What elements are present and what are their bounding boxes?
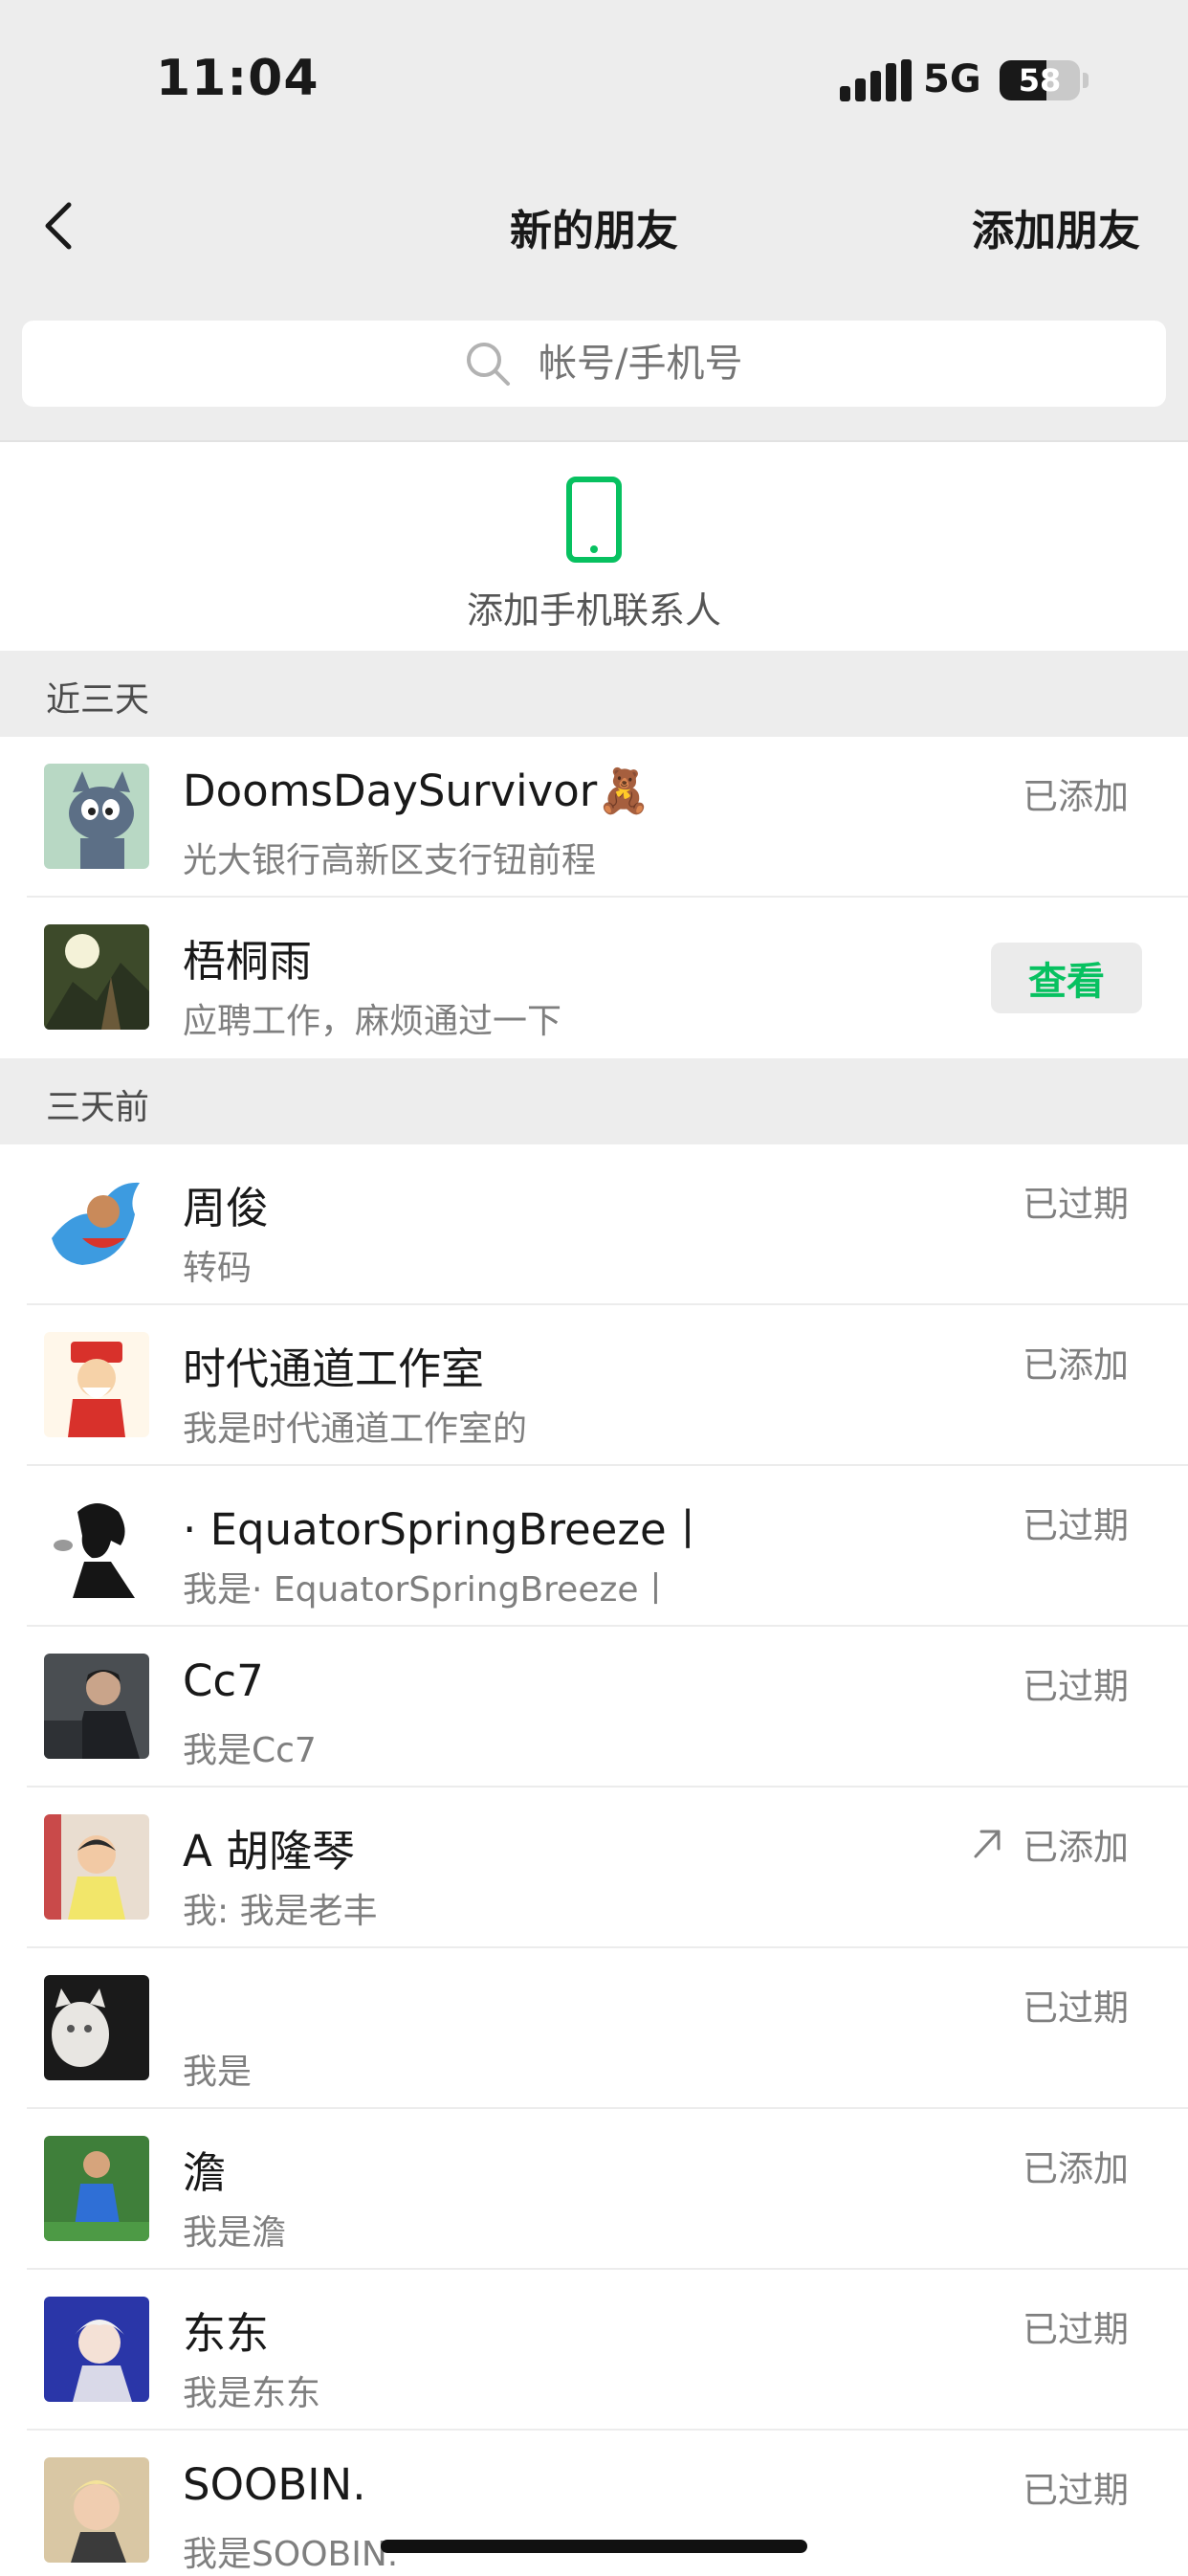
section-header-older: 三天前: [0, 1058, 1188, 1144]
friend-request-row[interactable]: 时代通道工作室 我是时代通道工作室的 已添加: [0, 1305, 1188, 1466]
arrow-up-right-icon: [974, 1830, 1001, 1858]
friend-request-row[interactable]: 周俊 转码 已过期: [0, 1144, 1188, 1305]
status-expired: 已过期: [1023, 1988, 1129, 2029]
section-title: 三天前: [46, 1088, 150, 1127]
search-icon: [467, 343, 510, 386]
friend-name: · EquatorSpringBreeze丨: [183, 1504, 710, 1555]
battery-icon: 58: [1000, 60, 1080, 100]
avatar: [44, 1654, 149, 1759]
avatar: [44, 2457, 149, 2563]
friend-message: 转码: [183, 1249, 253, 1288]
view-button[interactable]: 查看: [991, 943, 1142, 1013]
battery-percent: 58: [1018, 62, 1062, 99]
avatar: [44, 2297, 149, 2402]
friend-request-row[interactable]: · EquatorSpringBreeze丨 我是· EquatorSpring…: [0, 1466, 1188, 1627]
search-area: [0, 297, 1188, 440]
friend-message: 我是· EquatorSpringBreeze丨: [183, 1570, 673, 1610]
network-type: 5G: [923, 57, 981, 101]
status-expired: 已过期: [1023, 1666, 1129, 1707]
signal-strength-icon: [840, 59, 913, 101]
status-added: 已添加: [1023, 776, 1129, 817]
friend-message: 光大银行高新区支行钮前程: [183, 841, 597, 880]
friend-request-row[interactable]: 我是 已过期: [0, 1948, 1188, 2109]
friend-request-row[interactable]: 澹 我是澹 已添加: [0, 2109, 1188, 2270]
home-indicator[interactable]: [381, 2540, 807, 2553]
friend-name: 时代通道工作室: [183, 1344, 485, 1394]
avatar: [44, 1332, 149, 1437]
friend-name: SOOBIN.: [183, 2459, 366, 2510]
friend-name: 梧桐雨: [183, 936, 313, 987]
friend-name: A 胡隆琴: [183, 1826, 356, 1876]
add-phone-contacts[interactable]: 添加手机联系人: [0, 442, 1188, 651]
avatar: [44, 1493, 149, 1598]
friend-name: 东东: [183, 2308, 270, 2359]
avatar: [44, 2136, 149, 2241]
status-added: 已添加: [1023, 2148, 1129, 2189]
friend-name: 周俊: [183, 1183, 270, 1233]
status-expired: 已过期: [1023, 2470, 1129, 2511]
status-bar: 11:04 5G 58: [0, 0, 1188, 144]
friend-message: 应聘工作，麻烦通过一下: [183, 1002, 562, 1041]
friend-name: DoomsDaySurvivor🧸: [183, 766, 651, 816]
search-box[interactable]: [22, 321, 1166, 407]
friend-request-row[interactable]: DoomsDaySurvivor🧸 光大银行高新区支行钮前程 已添加: [0, 737, 1188, 898]
section-header-recent: 近三天: [0, 651, 1188, 737]
friend-message: 我是澹: [183, 2213, 287, 2253]
friend-request-row[interactable]: A 胡隆琴 我: 我是老丰 已添加: [0, 1788, 1188, 1948]
status-added: 已添加: [1023, 1827, 1129, 1868]
status-expired: 已过期: [1023, 1505, 1129, 1546]
avatar: [44, 1975, 149, 2080]
phone-icon: [566, 477, 622, 563]
battery-tip: [1083, 73, 1089, 88]
navigation-bar: 新的朋友 添加朋友: [0, 144, 1188, 297]
add-phone-contacts-label: 添加手机联系人: [466, 589, 721, 632]
search-input[interactable]: [539, 342, 921, 386]
friend-message: 我是时代通道工作室的: [183, 1410, 528, 1449]
friend-name: Cc7: [183, 1655, 264, 1706]
friend-name: 澹: [183, 2147, 227, 2198]
friend-request-row[interactable]: 梧桐雨 应聘工作，麻烦通过一下 查看: [0, 898, 1188, 1058]
friend-request-row[interactable]: SOOBIN. 我是SOOBIN. 已过期: [0, 2431, 1188, 2576]
add-friend-button[interactable]: 添加朋友: [972, 196, 1140, 257]
avatar: [44, 924, 149, 1030]
friend-request-row[interactable]: Cc7 我是Cc7 已过期: [0, 1627, 1188, 1788]
friend-message: 我: 我是老丰: [183, 1892, 378, 1931]
avatar: [44, 1814, 149, 1920]
section-title: 近三天: [46, 680, 150, 720]
avatar: [44, 1171, 149, 1277]
avatar: [44, 764, 149, 869]
friend-message: 我是东东: [183, 2374, 321, 2413]
status-added: 已添加: [1023, 1344, 1129, 1386]
friend-message: 我是SOOBIN.: [183, 2535, 399, 2574]
status-expired: 已过期: [1023, 1184, 1129, 1225]
status-expired: 已过期: [1023, 2309, 1129, 2350]
status-time: 11:04: [156, 50, 319, 107]
friend-message: 我是: [183, 2053, 253, 2092]
friend-message: 我是Cc7: [183, 1731, 317, 1770]
friend-request-row[interactable]: 东东 我是东东 已过期: [0, 2270, 1188, 2431]
